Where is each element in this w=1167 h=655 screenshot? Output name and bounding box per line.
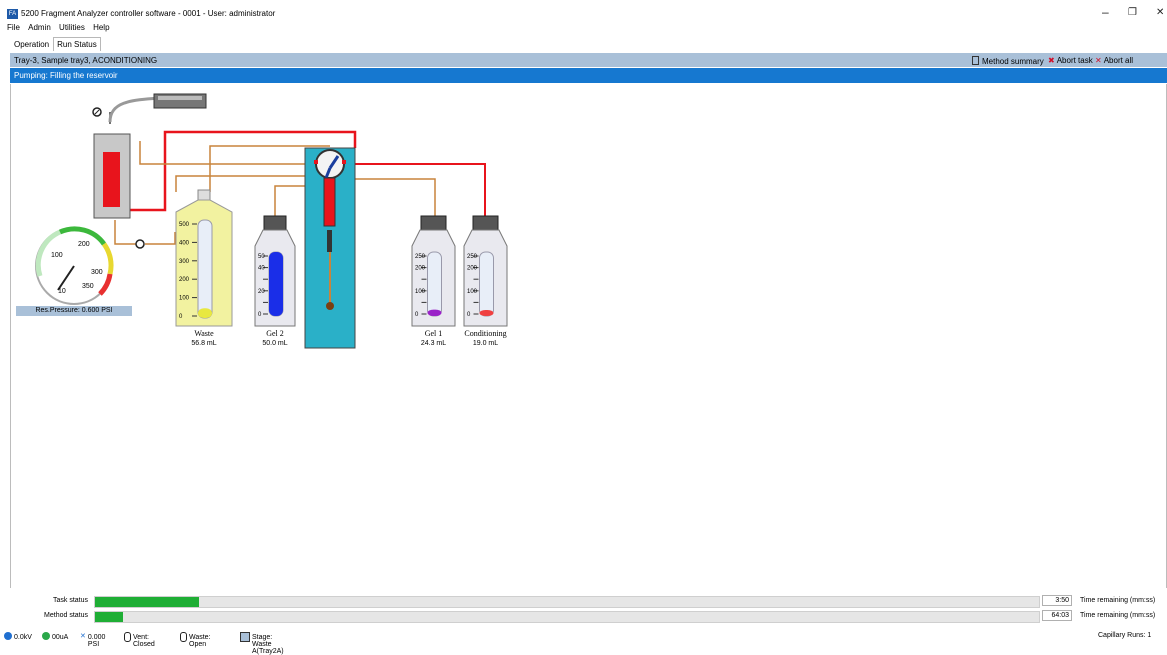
bottle-gel2-label: Gel 2 (266, 329, 284, 338)
task-progress-fill (95, 597, 199, 607)
method-status-row: Method status 64:03 Time remaining (mm:s… (10, 610, 1167, 623)
bottle-tube (197, 219, 213, 319)
status-footer: 0.0kV 00uA ✕ 0.000 PSI Vent: Closed Waste… (0, 630, 1167, 655)
bottle-conditioning-label: Conditioning (464, 329, 506, 338)
stage-readout: Stage: Waste A(Tray2A) (240, 632, 284, 655)
scale-label: 250 (467, 254, 478, 260)
abort-task-icon: ✖ (1048, 56, 1055, 65)
scale-label: 50 (258, 254, 265, 260)
scale-label: 400 (179, 240, 190, 246)
task-status-row: Task status 3:50 Time remaining (mm:ss) (10, 595, 1167, 608)
pump-status-bar: Pumping: Filling the reservoir (10, 68, 1167, 83)
menu-utilities[interactable]: Utilities (59, 23, 85, 32)
title-bar: FA 5200 Fragment Analyzer controller sof… (0, 0, 1167, 22)
gauge-tick-100: 100 (51, 252, 63, 259)
bottle-cap (263, 215, 287, 231)
menu-help[interactable]: Help (93, 23, 109, 32)
tab-operation[interactable]: Operation (10, 37, 53, 52)
pressure-gauge: 100 200 300 350 10 (35, 226, 114, 305)
tab-run-status[interactable]: Run Status (53, 37, 101, 51)
bottle-gel1: 2502001000Gel 124.3 mL (411, 215, 456, 347)
bottle-gel1-label: Gel 1 (425, 329, 443, 338)
bottle-conditioning-volume: 19.0 mL (473, 340, 498, 347)
method-progress-bar (94, 611, 1040, 623)
scale-label: 200 (415, 266, 426, 272)
bottle-tube (479, 251, 494, 317)
method-progress-fill (95, 612, 124, 622)
scale-label: 200 (179, 277, 190, 283)
task-progress-bar (94, 596, 1040, 608)
abort-all-button[interactable]: ✕ Abort all (1095, 56, 1133, 65)
vent-icon (124, 632, 131, 642)
vent-readout: Vent: Closed (124, 632, 155, 648)
gauge-tick-200: 200 (78, 241, 90, 248)
bottle-liquid (479, 310, 494, 316)
waste-valve-icon (180, 632, 187, 642)
task-status-label: Task status (52, 597, 88, 604)
voltage-icon (4, 632, 12, 640)
scale-label: 300 (179, 259, 190, 265)
gauge-tick-300: 300 (91, 269, 103, 276)
current-readout: 00uA (42, 632, 68, 641)
bottle-cap (197, 189, 211, 201)
current-icon (42, 632, 50, 640)
scale-label: 40 (258, 266, 265, 272)
bottle-cap (420, 215, 447, 231)
run-state: CONDITIONING (98, 56, 158, 65)
scale-label: 100 (467, 289, 478, 295)
abort-task-button[interactable]: ✖ Abort task (1048, 56, 1093, 65)
scale-label: 20 (258, 289, 265, 295)
abort-task-label: Abort task (1056, 56, 1093, 65)
window-title: 5200 Fragment Analyzer controller softwa… (21, 9, 276, 18)
stage-icon (240, 632, 250, 642)
gauge-tick-350: 350 (82, 283, 94, 290)
syringe-pump (304, 147, 356, 349)
bottle-liquid (427, 309, 442, 316)
gauge-tick-10: 10 (58, 288, 66, 295)
voltage-readout: 0.0kV (4, 632, 32, 641)
scale-label: 100 (415, 289, 426, 295)
sample-name: Tray-3, Sample tray3, A (14, 56, 98, 65)
task-time-remaining: 3:50 (1042, 595, 1072, 606)
bottle-waste-label: Waste (194, 329, 214, 338)
abort-all-icon: ✕ (1095, 56, 1102, 65)
method-time-label: Time remaining (mm:ss) (1080, 612, 1156, 619)
bottle-cap (472, 215, 499, 231)
bottle-waste-volume: 56.8 mL (191, 340, 216, 347)
bottle-gel1-volume: 24.3 mL (421, 340, 446, 347)
pressure-caption: Res.Pressure: 0.600 PSI (16, 306, 132, 316)
method-time-remaining: 64:03 (1042, 610, 1072, 621)
pressure-icon: ✕ (80, 633, 86, 640)
capillary-runs: Capillary Runs: 1 (1098, 632, 1152, 639)
bottle-gel2-volume: 50.0 mL (262, 340, 287, 347)
close-button[interactable]: ✕ (1156, 7, 1164, 18)
bottle-waste: 5004003002001000Waste56.8 mL (175, 189, 233, 347)
waste-readout: Waste: Open (180, 632, 211, 648)
scale-label: 500 (179, 222, 190, 228)
method-summary-button[interactable]: Method summary (972, 56, 1044, 66)
bottle-tube (427, 251, 442, 317)
bottle-conditioning: 2502001000Conditioning19.0 mL (463, 215, 508, 347)
tab-bar: Operation Run Status (10, 37, 101, 51)
abort-all-label: Abort all (1103, 56, 1134, 65)
bottle-liquid (198, 308, 212, 318)
menu-admin[interactable]: Admin (28, 23, 51, 32)
method-summary-label: Method summary (982, 57, 1044, 66)
menu-file[interactable]: File (7, 23, 20, 32)
bottle-liquid (269, 252, 283, 316)
menu-bar: File Admin Utilities Help (0, 23, 110, 37)
minimize-button[interactable]: – (1102, 5, 1109, 19)
app-icon: FA (7, 9, 18, 19)
restore-button[interactable]: ❐ (1128, 7, 1137, 18)
scale-label: 100 (179, 296, 190, 302)
method-status-label: Method status (44, 612, 88, 619)
scale-label: 200 (467, 266, 478, 272)
bottle-gel2: 5040200Gel 250.0 mL (254, 215, 296, 347)
run-header: Tray-3, Sample tray3, A CONDITIONING Met… (10, 53, 1167, 67)
pump-status-text: Pumping: Filling the reservoir (14, 71, 118, 80)
scale-label: 250 (415, 254, 426, 260)
method-summary-icon (972, 56, 979, 65)
task-time-label: Time remaining (mm:ss) (1080, 597, 1156, 604)
pressure-readout: ✕ 0.000 PSI (80, 633, 106, 648)
